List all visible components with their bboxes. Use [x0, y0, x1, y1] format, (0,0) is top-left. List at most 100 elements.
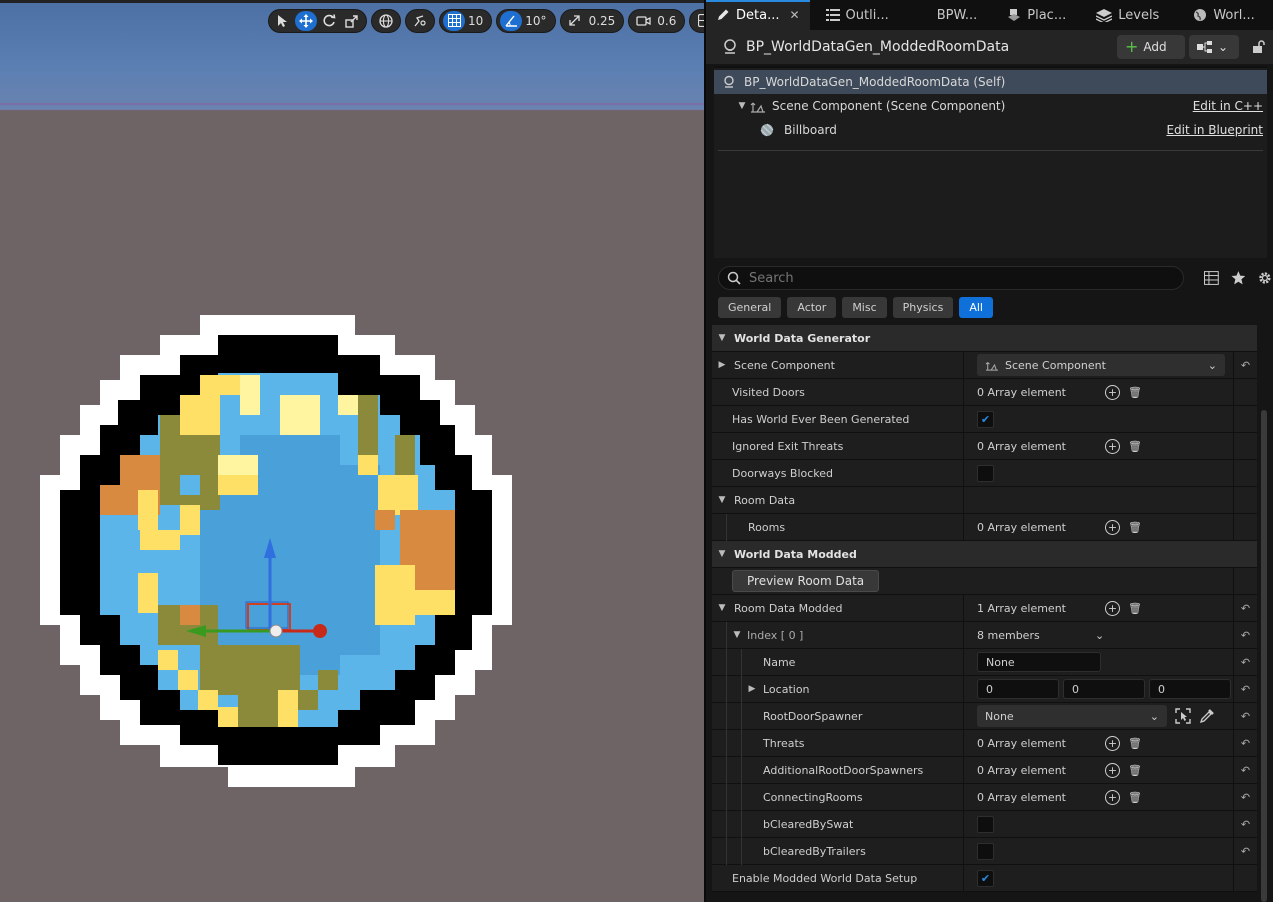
chevron-down-icon[interactable]: ⌄: [1095, 629, 1104, 642]
expand-arrow-icon[interactable]: ▶: [714, 360, 730, 370]
scale-snap-value[interactable]: 0.25: [587, 14, 621, 28]
world-space-icon[interactable]: [375, 11, 397, 31]
add-element-icon[interactable]: +: [1105, 762, 1120, 778]
prop-row-index-0[interactable]: ▼ Index [ 0 ] 8 members ⌄ ↶: [712, 621, 1257, 649]
prop-row-room-data[interactable]: ▼ Room Data: [712, 486, 1257, 514]
add-element-icon[interactable]: +: [1105, 600, 1120, 616]
collapse-arrow-icon[interactable]: ▼: [714, 333, 730, 343]
has-world-generated-checkbox[interactable]: ✔: [977, 410, 994, 428]
trash-icon[interactable]: 🗑: [1128, 386, 1142, 399]
collapse-arrow-icon[interactable]: ▼: [714, 603, 730, 613]
reset-to-default-icon[interactable]: ↶: [1233, 594, 1257, 622]
filter-misc[interactable]: Misc: [842, 297, 887, 318]
unlock-icon[interactable]: [1251, 40, 1265, 54]
reset-to-default-icon[interactable]: ↶: [1233, 729, 1257, 757]
viewport-layout-group: [689, 8, 704, 33]
reset-to-default-icon[interactable]: ↶: [1233, 648, 1257, 676]
component-row-billboard[interactable]: Billboard Edit in Blueprint: [714, 118, 1267, 142]
tab-details-label: Deta...: [736, 7, 780, 23]
reset-to-default-icon[interactable]: ↶: [1233, 351, 1257, 379]
expand-arrow-icon[interactable]: ▶: [744, 684, 760, 694]
blueprint-options-button[interactable]: ⌄: [1189, 35, 1239, 59]
scale-snap-icon[interactable]: [564, 11, 586, 31]
name-input[interactable]: None: [977, 652, 1101, 672]
component-row-self[interactable]: BP_WorldDataGen_ModdedRoomData (Self): [714, 70, 1267, 94]
root-door-spawner-dropdown[interactable]: None ⌄: [977, 705, 1167, 727]
filter-general[interactable]: General: [718, 297, 782, 318]
location-z-input[interactable]: 0: [1149, 679, 1231, 699]
camera-speed-value[interactable]: 0.6: [655, 14, 681, 28]
eyedropper-icon[interactable]: [1199, 708, 1215, 724]
enable-modded-checkbox[interactable]: ✔: [977, 869, 994, 887]
tab-levels[interactable]: Levels: [1086, 0, 1169, 30]
select-mode-icon[interactable]: [272, 11, 294, 31]
details-scrollbar[interactable]: [1261, 410, 1267, 902]
collapse-arrow-icon[interactable]: ▼: [714, 495, 730, 505]
collapse-arrow-icon[interactable]: ▼: [734, 101, 750, 111]
prop-row-room-data-modded[interactable]: ▼ Room Data Modded 1 Array element + 🗑 ↶: [712, 594, 1257, 622]
surface-snap-icon[interactable]: [409, 11, 431, 31]
preview-room-data-button[interactable]: Preview Room Data: [732, 570, 880, 592]
table-view-icon[interactable]: [1203, 271, 1219, 285]
filter-all[interactable]: All: [959, 297, 993, 318]
prop-label: RootDoorSpawner: [763, 709, 863, 723]
trash-icon[interactable]: 🗑: [1128, 737, 1142, 750]
transform-gizmo[interactable]: [180, 530, 340, 650]
scene-component-dropdown[interactable]: Scene Component ⌄: [977, 354, 1225, 376]
reset-to-default-icon[interactable]: ↶: [1233, 756, 1257, 784]
tab-details[interactable]: Deta... ✕: [706, 0, 810, 30]
add-element-icon[interactable]: +: [1105, 438, 1120, 454]
edit-in-cpp-link[interactable]: Edit in C++: [1193, 99, 1263, 113]
array-count: 0 Array element: [977, 736, 1066, 750]
reset-to-default-icon[interactable]: ↶: [1233, 702, 1257, 730]
tab-outliner[interactable]: Outli...: [816, 0, 899, 30]
reset-to-default-icon[interactable]: ↶: [1233, 675, 1257, 703]
tab-world-settings[interactable]: Worl...: [1183, 0, 1264, 30]
reset-to-default-icon[interactable]: ↶: [1233, 783, 1257, 811]
tab-place-actors[interactable]: Plac...: [997, 0, 1076, 30]
doorways-blocked-checkbox[interactable]: [977, 464, 994, 482]
add-element-icon[interactable]: +: [1105, 735, 1120, 751]
category-world-data-generator[interactable]: ▼ World Data Generator: [712, 325, 1257, 352]
trash-icon[interactable]: 🗑: [1128, 521, 1142, 534]
reset-to-default-icon[interactable]: ↶: [1233, 810, 1257, 838]
component-row-scene[interactable]: ▼ Scene Component (Scene Component) Edit…: [714, 94, 1267, 118]
grid-snap-value[interactable]: 10: [466, 14, 488, 28]
angle-snap-value[interactable]: 10°: [523, 14, 551, 28]
collapse-arrow-icon[interactable]: ▼: [714, 549, 730, 559]
translate-mode-icon[interactable]: [295, 10, 317, 31]
reset-to-default-icon[interactable]: ↶: [1233, 837, 1257, 865]
location-y-input[interactable]: 0: [1063, 679, 1145, 699]
rotate-mode-icon[interactable]: [318, 11, 340, 31]
settings-gear-icon[interactable]: [1257, 270, 1273, 286]
viewport-layout-icon[interactable]: [693, 11, 704, 31]
cleared-by-swat-checkbox[interactable]: [977, 815, 994, 833]
favorites-star-icon[interactable]: [1230, 271, 1246, 285]
location-x-input[interactable]: 0: [977, 679, 1059, 699]
trash-icon[interactable]: 🗑: [1128, 764, 1142, 777]
add-element-icon[interactable]: +: [1105, 519, 1120, 535]
tab-bpw[interactable]: BPW...: [927, 0, 988, 30]
grid-snap-toggle[interactable]: [443, 10, 465, 31]
angle-snap-toggle[interactable]: [500, 10, 523, 31]
category-world-data-modded[interactable]: ▼ World Data Modded: [712, 541, 1257, 568]
camera-speed-icon[interactable]: [632, 11, 654, 31]
reset-to-default-icon[interactable]: ↶: [1233, 621, 1257, 649]
cleared-by-trailers-checkbox[interactable]: [977, 842, 994, 860]
scale-mode-icon[interactable]: [341, 11, 363, 31]
collapse-arrow-icon[interactable]: ▼: [729, 630, 745, 640]
add-component-button[interactable]: + Add: [1117, 35, 1185, 59]
details-search-box[interactable]: [718, 266, 1184, 290]
filter-physics[interactable]: Physics: [892, 297, 954, 318]
level-viewport[interactable]: 10 10° 0.25 0.6: [0, 0, 704, 902]
details-search-input[interactable]: [749, 270, 1169, 286]
add-element-icon[interactable]: +: [1105, 384, 1120, 400]
edit-in-blueprint-link[interactable]: Edit in Blueprint: [1166, 123, 1263, 137]
close-tab-icon[interactable]: ✕: [789, 8, 799, 22]
select-actor-icon[interactable]: [1175, 708, 1191, 724]
trash-icon[interactable]: 🗑: [1128, 602, 1142, 615]
trash-icon[interactable]: 🗑: [1128, 440, 1142, 453]
trash-icon[interactable]: 🗑: [1128, 791, 1142, 804]
add-element-icon[interactable]: +: [1105, 789, 1120, 805]
filter-actor[interactable]: Actor: [787, 297, 837, 318]
